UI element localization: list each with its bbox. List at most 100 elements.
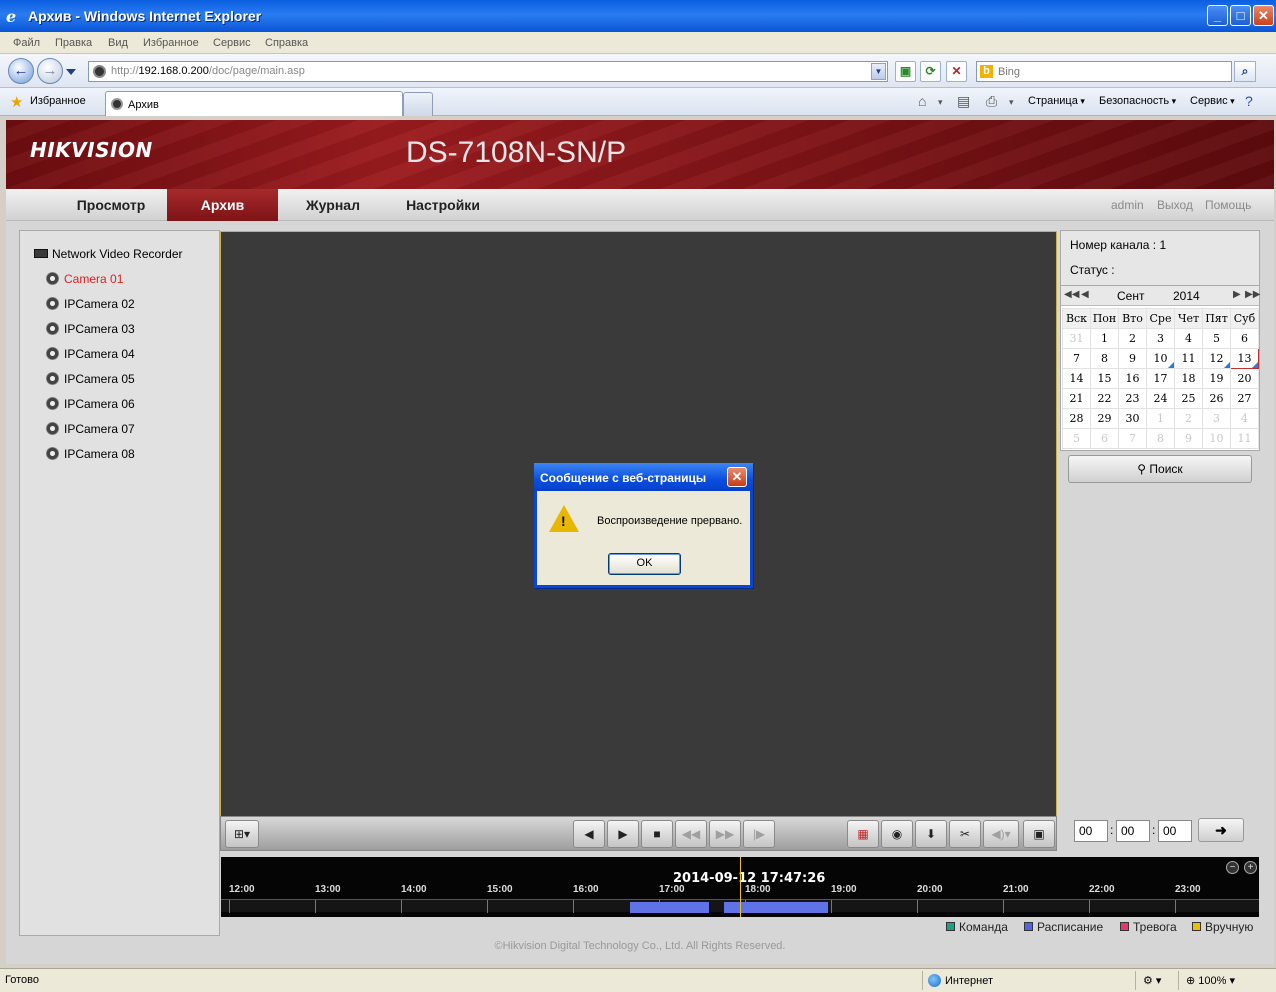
calendar-day[interactable]: 15 bbox=[1090, 368, 1119, 389]
dialog-ok-button[interactable]: OK bbox=[608, 553, 681, 575]
tree-camera-04[interactable]: IPCamera 04 bbox=[46, 347, 135, 361]
history-dropdown-icon[interactable] bbox=[66, 69, 76, 75]
time-minutes-input[interactable]: 00 bbox=[1116, 820, 1150, 842]
calendar-day[interactable]: 11 bbox=[1174, 348, 1203, 369]
stop-all-button[interactable]: ▦ bbox=[847, 820, 879, 848]
menu-view[interactable]: Вид bbox=[108, 37, 128, 49]
clip-button[interactable]: ✂ bbox=[949, 820, 981, 848]
calendar-month[interactable]: Сент bbox=[1117, 289, 1144, 303]
calendar-day[interactable]: 1 bbox=[1146, 408, 1175, 429]
maximize-button[interactable]: □ bbox=[1230, 5, 1251, 26]
snapshot-button[interactable]: ◉ bbox=[881, 820, 913, 848]
calendar-day[interactable]: 10 bbox=[1202, 428, 1231, 449]
next-year-icon[interactable]: ▶▶ bbox=[1245, 289, 1260, 300]
time-hours-input[interactable]: 00 bbox=[1074, 820, 1108, 842]
calendar-day[interactable]: 22 bbox=[1090, 388, 1119, 409]
calendar-day[interactable]: 17 bbox=[1146, 368, 1175, 389]
calendar-day[interactable]: 14 bbox=[1062, 368, 1091, 389]
address-dropdown-icon[interactable]: ▼ bbox=[871, 63, 886, 80]
tree-camera-01[interactable]: Camera 01 bbox=[46, 272, 123, 286]
search-input[interactable]: b Bing bbox=[976, 61, 1232, 82]
search-records-button[interactable]: ⚲ Поиск bbox=[1068, 455, 1252, 483]
favorites-star-icon[interactable]: ★ bbox=[10, 93, 23, 111]
calendar-day[interactable]: 18 bbox=[1174, 368, 1203, 389]
tools-menu[interactable]: Сервис bbox=[1190, 95, 1235, 107]
frame-step-button[interactable]: |▶ bbox=[743, 820, 775, 848]
tree-root-nvr[interactable]: Network Video Recorder bbox=[34, 247, 183, 261]
refresh-icon[interactable]: ⟳ bbox=[920, 61, 941, 82]
tree-camera-06[interactable]: IPCamera 06 bbox=[46, 397, 135, 411]
menu-edit[interactable]: Правка bbox=[55, 37, 92, 49]
calendar-day[interactable]: 8 bbox=[1090, 348, 1119, 369]
home-icon[interactable]: ⌂ bbox=[918, 93, 926, 109]
volume-button[interactable]: ◀)▾ bbox=[983, 820, 1019, 848]
calendar-day[interactable]: 28 bbox=[1062, 408, 1091, 429]
download-button[interactable]: ⬇ bbox=[915, 820, 947, 848]
calendar-day[interactable]: 11 bbox=[1230, 428, 1259, 449]
calendar-day[interactable]: 24 bbox=[1146, 388, 1175, 409]
feeds-icon[interactable]: ▤ bbox=[957, 93, 970, 110]
search-icon[interactable]: ⌕ bbox=[1234, 61, 1256, 82]
tree-camera-07[interactable]: IPCamera 07 bbox=[46, 422, 135, 436]
tree-camera-02[interactable]: IPCamera 02 bbox=[46, 297, 135, 311]
calendar-day[interactable]: 30 bbox=[1118, 408, 1147, 429]
calendar-day[interactable]: 3 bbox=[1146, 328, 1175, 349]
tree-camera-08[interactable]: IPCamera 08 bbox=[46, 447, 135, 461]
close-window-button[interactable]: ✕ bbox=[1253, 5, 1274, 26]
compat-view-icon[interactable]: ▣ bbox=[895, 61, 916, 82]
calendar-day[interactable]: 16 bbox=[1118, 368, 1147, 389]
zoom-out-icon[interactable]: − bbox=[1226, 861, 1239, 874]
calendar-day[interactable]: 25 bbox=[1174, 388, 1203, 409]
calendar-day[interactable]: 9 bbox=[1174, 428, 1203, 449]
print-icon[interactable]: ⎙ bbox=[986, 93, 997, 110]
home-dropdown-icon[interactable]: ▾ bbox=[938, 97, 943, 108]
calendar-day[interactable]: 5 bbox=[1062, 428, 1091, 449]
minimize-button[interactable]: _ bbox=[1207, 5, 1228, 26]
calendar-day[interactable]: 26 bbox=[1202, 388, 1231, 409]
calendar-day[interactable]: 2 bbox=[1118, 328, 1147, 349]
calendar-day[interactable]: 27 bbox=[1230, 388, 1259, 409]
calendar-year[interactable]: 2014 bbox=[1173, 289, 1200, 303]
calendar-day[interactable]: 12 bbox=[1202, 348, 1231, 369]
protected-mode-icon[interactable]: ⚙ ▾ bbox=[1143, 974, 1161, 987]
menu-tools[interactable]: Сервис bbox=[213, 37, 251, 49]
back-button[interactable]: ← bbox=[8, 58, 34, 84]
timeline-record-segment[interactable] bbox=[630, 902, 710, 913]
browser-tab[interactable]: Архив bbox=[105, 91, 403, 116]
dialog-close-button[interactable]: ✕ bbox=[727, 467, 747, 487]
calendar-day[interactable]: 7 bbox=[1062, 348, 1091, 369]
forward-button[interactable]: → bbox=[37, 58, 63, 84]
calendar-day[interactable]: 6 bbox=[1090, 428, 1119, 449]
layout-split-button[interactable]: ⊞▾ bbox=[225, 820, 259, 848]
safety-menu[interactable]: Безопасность bbox=[1099, 95, 1176, 107]
calendar-day[interactable]: 10 bbox=[1146, 348, 1175, 369]
calendar-day[interactable]: 23 bbox=[1118, 388, 1147, 409]
calendar-day[interactable]: 6 bbox=[1230, 328, 1259, 349]
calendar-day[interactable]: 20 bbox=[1230, 368, 1259, 389]
stop-button[interactable]: ■ bbox=[641, 820, 673, 848]
menu-file[interactable]: Файл bbox=[13, 37, 40, 49]
calendar-day[interactable]: 19 bbox=[1202, 368, 1231, 389]
tree-camera-03[interactable]: IPCamera 03 bbox=[46, 322, 135, 336]
help-icon[interactable]: ? bbox=[1245, 93, 1253, 109]
address-input[interactable]: http://192.168.0.200/doc/page/main.asp ▼ bbox=[88, 61, 888, 82]
calendar-day[interactable]: 21 bbox=[1062, 388, 1091, 409]
calendar-day[interactable]: 5 bbox=[1202, 328, 1231, 349]
next-month-icon[interactable]: ▶ bbox=[1233, 289, 1241, 300]
menu-favorites[interactable]: Избранное bbox=[143, 37, 199, 49]
menu-help[interactable]: Справка bbox=[265, 37, 308, 49]
tree-camera-05[interactable]: IPCamera 05 bbox=[46, 372, 135, 386]
calendar-day[interactable]: 31 bbox=[1062, 328, 1091, 349]
zoom-in-icon[interactable]: + bbox=[1244, 861, 1257, 874]
play-button[interactable]: ▶ bbox=[607, 820, 639, 848]
calendar-day[interactable]: 7 bbox=[1118, 428, 1147, 449]
new-tab-button[interactable] bbox=[403, 92, 433, 116]
timeline-cursor[interactable] bbox=[740, 857, 741, 917]
prev-month-icon[interactable]: ◀ bbox=[1081, 289, 1089, 300]
stop-icon[interactable]: ✕ bbox=[946, 61, 967, 82]
playback-timeline[interactable]: 2014-09-12 17:47:26 − + 12:00 13:00 14:00 1… bbox=[221, 857, 1259, 917]
go-to-time-button[interactable]: ➜ bbox=[1198, 818, 1244, 842]
fast-button[interactable]: ▶▶ bbox=[709, 820, 741, 848]
favorites-button[interactable]: Избранное bbox=[30, 95, 86, 107]
time-seconds-input[interactable]: 00 bbox=[1158, 820, 1192, 842]
